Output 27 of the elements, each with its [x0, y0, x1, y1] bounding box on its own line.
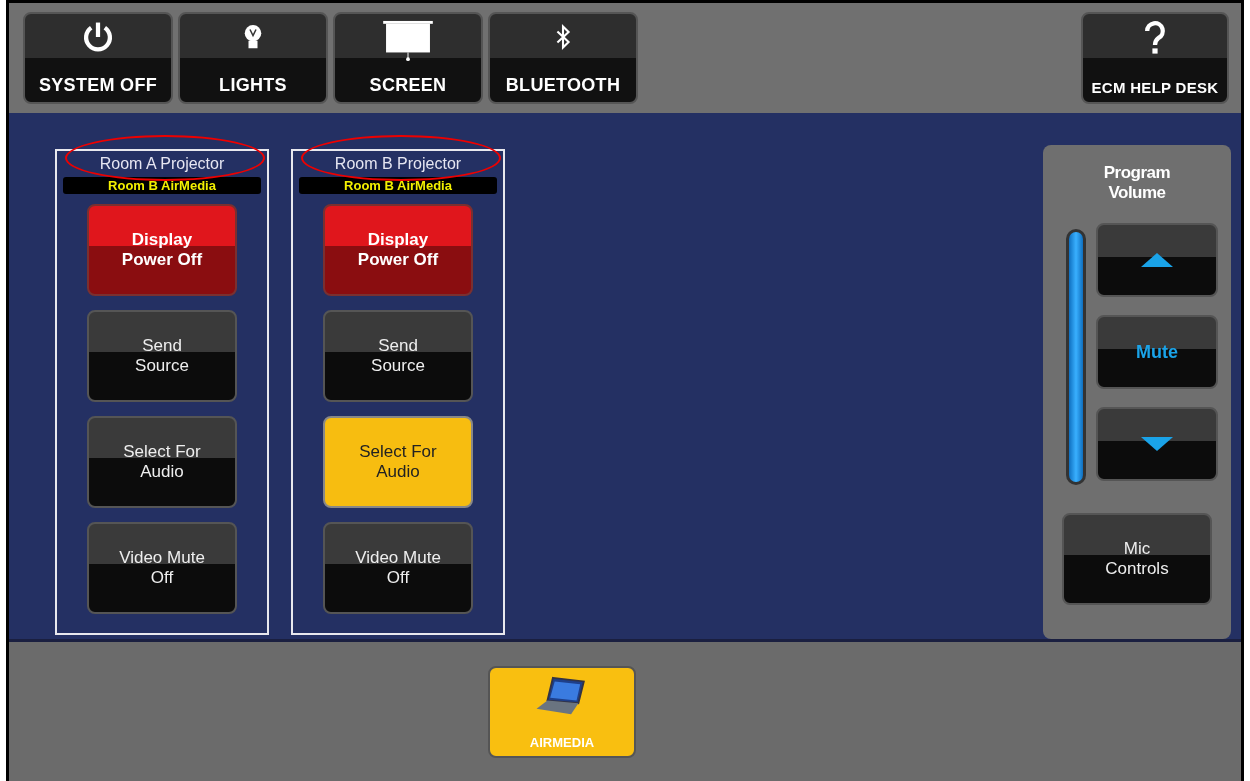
top-button[interactable]: SCREEN — [333, 12, 483, 104]
volume-down-button[interactable] — [1096, 407, 1218, 481]
help-desk-button[interactable]: ECM HELP DESK — [1081, 12, 1229, 104]
control-button[interactable]: Display Power Off — [87, 204, 237, 296]
mic-controls-button[interactable]: Mic Controls — [1062, 513, 1212, 605]
top-button[interactable]: SYSTEM OFF — [23, 12, 173, 104]
control-button[interactable]: Video Mute Off — [323, 522, 473, 614]
control-button[interactable]: Select For Audio — [87, 416, 237, 508]
source-label: Room B AirMedia — [299, 177, 497, 194]
projector-screen-icon — [380, 20, 436, 62]
room-title: Room B Projector — [334, 155, 462, 173]
mute-button[interactable]: Mute — [1096, 315, 1218, 389]
up-arrow-icon — [1141, 253, 1173, 267]
power-icon — [81, 20, 115, 54]
question-mark-icon — [1142, 20, 1168, 56]
volume-up-button[interactable] — [1096, 223, 1218, 297]
control-button[interactable]: Select For Audio — [323, 416, 473, 508]
top-button[interactable]: LIGHTS — [178, 12, 328, 104]
control-button[interactable]: Display Power Off — [323, 204, 473, 296]
control-button[interactable]: Send Source — [323, 310, 473, 402]
room-title: Room A Projector — [99, 155, 225, 173]
volume-title: Program Volume — [1102, 163, 1172, 203]
top-button[interactable]: BLUETOOTH — [488, 12, 638, 104]
down-arrow-icon — [1141, 437, 1173, 451]
control-button[interactable]: Video Mute Off — [87, 522, 237, 614]
source-label: Room B AirMedia — [63, 177, 261, 194]
control-button[interactable]: Send Source — [87, 310, 237, 402]
